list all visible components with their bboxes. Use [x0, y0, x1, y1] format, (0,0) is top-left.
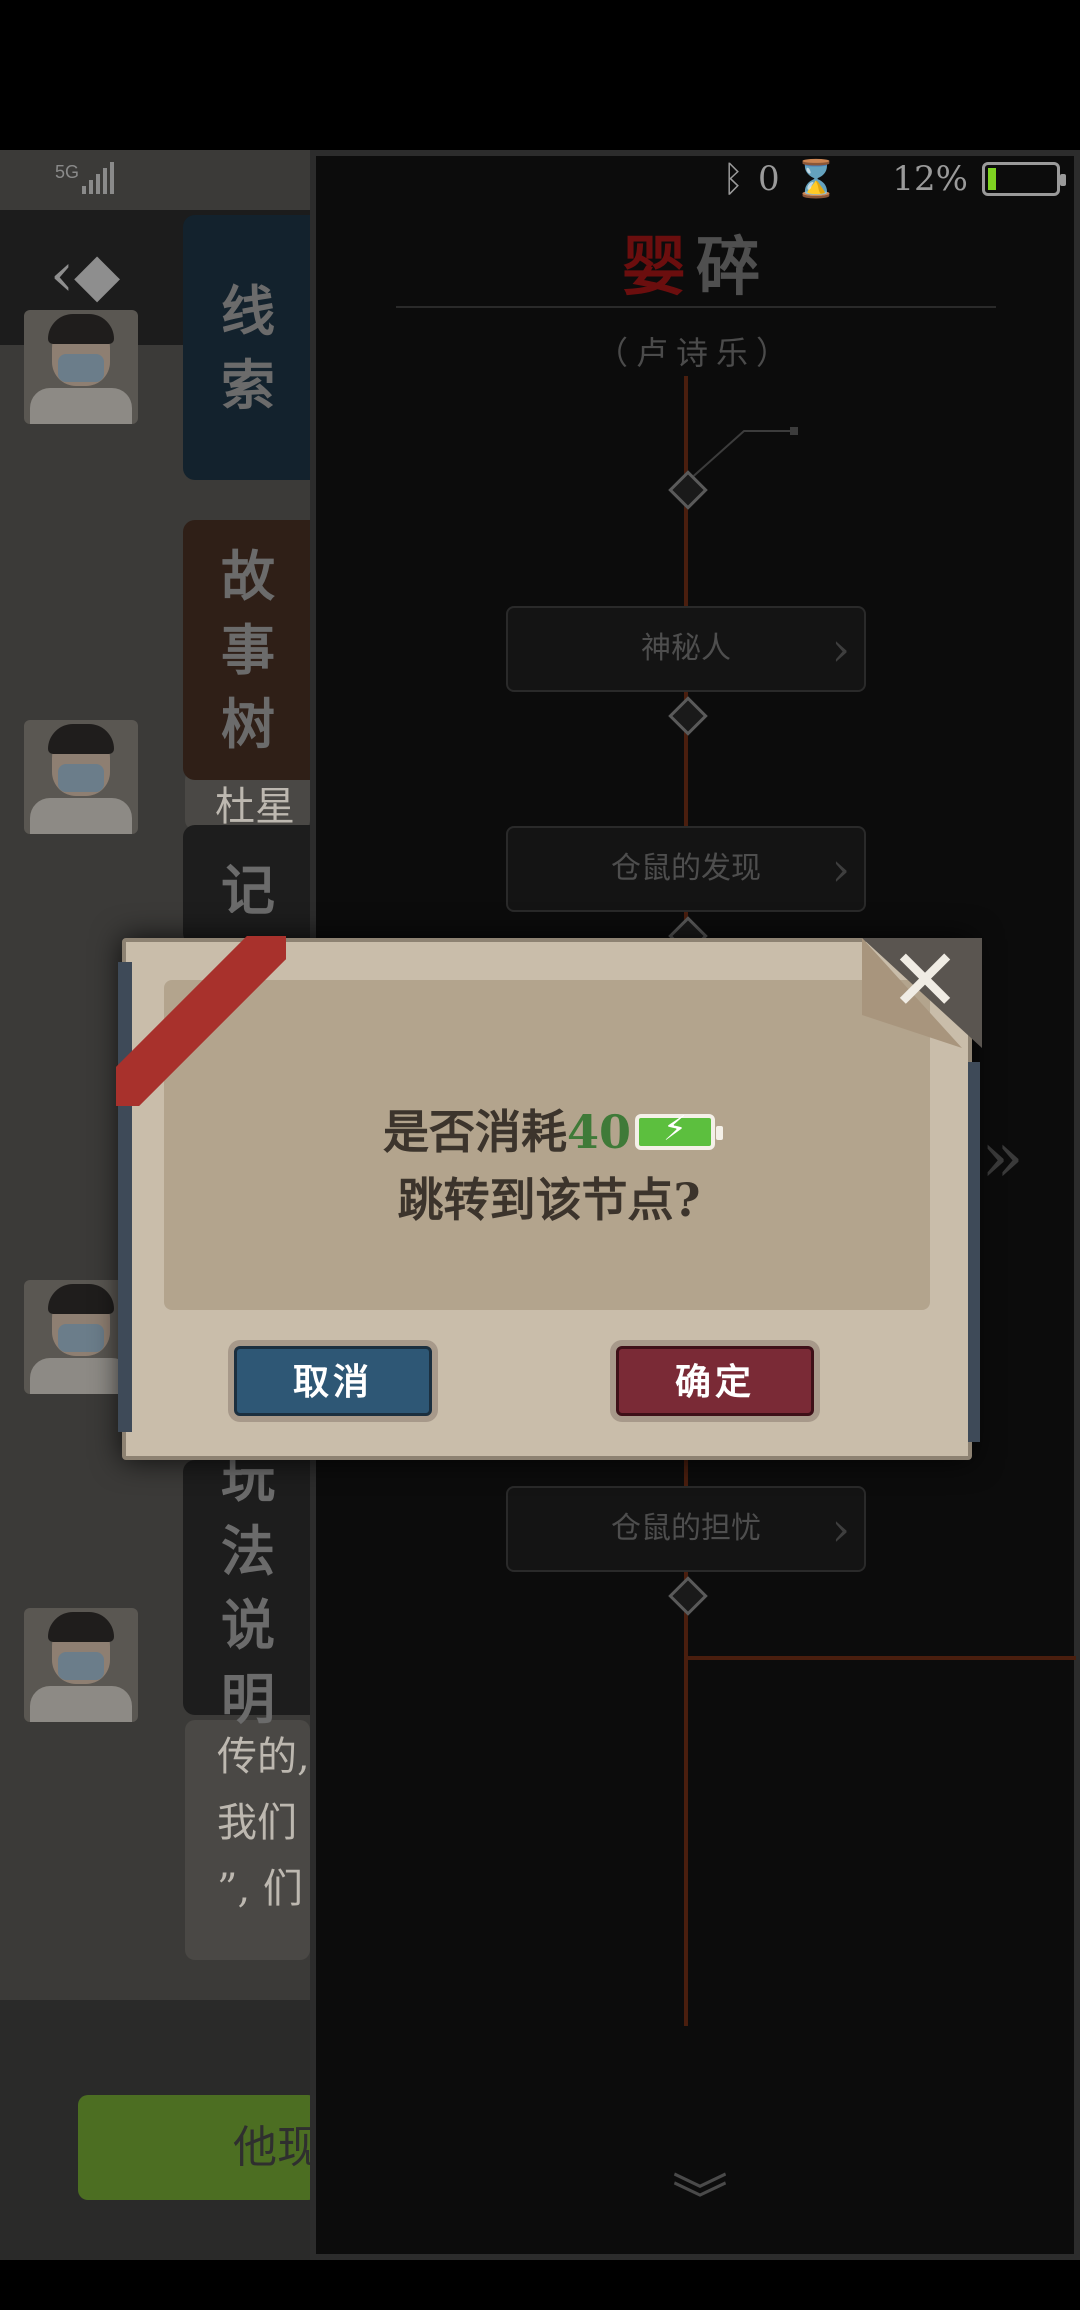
dialog-prefix: 是否消耗	[382, 1105, 567, 1159]
avatar	[24, 1608, 138, 1722]
tree-branch-line	[684, 1656, 1076, 1660]
dialog-message-line2: 跳转到该节点?	[397, 1173, 701, 1227]
energy-cost: 40	[566, 1105, 631, 1159]
story-node-label: 神秘人	[641, 631, 731, 666]
signal-icon	[82, 162, 114, 194]
story-title-red: 婴	[622, 230, 696, 305]
energy-battery-icon: ⚡	[635, 1109, 723, 1150]
avatar	[24, 720, 138, 834]
tab-clues[interactable]: 线 索	[183, 215, 313, 480]
story-title-rest: 碎	[696, 230, 770, 305]
network-type: 5G	[55, 162, 80, 182]
bubble-text: ”, 们	[217, 1866, 303, 1912]
jump-confirm-dialog: ✕ 是否消耗40 ⚡ 跳转到该节点? 取消 确定	[116, 936, 982, 1460]
double-chevron-right-icon[interactable]: »	[981, 1116, 1024, 1198]
close-icon[interactable]: ✕	[880, 936, 970, 1026]
tab-story-tree-label: 故 事 树	[221, 544, 275, 756]
story-node-label: 仓鼠的发现	[611, 851, 761, 886]
bluetooth-icon: ᛒ	[722, 158, 744, 199]
chat-bubble: 传的, 我们 ”, 们	[185, 1720, 310, 1960]
double-chevron-down-icon[interactable]: ︾	[672, 2156, 728, 2237]
chevron-right-icon: ›	[831, 1502, 850, 1556]
tab-rules[interactable]: 玩 法 说 明	[183, 1445, 313, 1731]
status-bar: 5G ᛒ 0 ⌛ 12%	[0, 150, 1080, 210]
status-counter: 0	[757, 159, 780, 199]
tab-records-label: 记	[221, 858, 275, 922]
reply-label: 他现	[233, 2122, 318, 2173]
battery-icon	[982, 162, 1066, 196]
avatar	[24, 310, 138, 424]
story-subtitle: （卢诗乐）	[595, 334, 796, 372]
story-node[interactable]: 仓鼠的担忧 ›	[506, 1486, 866, 1572]
story-title: 婴碎	[316, 216, 1076, 308]
tree-node-diamond	[668, 696, 708, 736]
tab-story-tree[interactable]: 故 事 树	[183, 520, 313, 780]
story-node[interactable]: 仓鼠的发现 ›	[506, 826, 866, 912]
reply-button[interactable]: 他现	[78, 2095, 318, 2200]
tab-records[interactable]: 记	[183, 825, 313, 945]
ribbon-decoration	[116, 936, 286, 1106]
title-divider	[396, 306, 996, 308]
back-icon[interactable]: ‹◆	[50, 240, 120, 310]
tab-clues-label: 线 索	[221, 278, 275, 417]
hourglass-icon: ⌛	[793, 158, 839, 199]
story-node-label: 仓鼠的担忧	[611, 1511, 761, 1546]
tab-rules-label: 玩 法 说 明	[221, 1444, 275, 1731]
cancel-button[interactable]: 取消	[234, 1346, 432, 1416]
confirm-button[interactable]: 确定	[616, 1346, 814, 1416]
battery-percent: 12%	[892, 159, 968, 199]
story-node[interactable]: 神秘人 ›	[506, 606, 866, 692]
bubble-text: 我们	[217, 1800, 297, 1846]
chevron-right-icon: ›	[831, 622, 850, 676]
dialog-message-line1: 是否消耗40 ⚡	[126, 1096, 972, 1162]
status-right: ᛒ 0 ⌛ 12%	[722, 158, 1066, 200]
tree-node-diamond	[668, 1576, 708, 1616]
chevron-right-icon: ›	[831, 842, 850, 896]
bubble-text: 杜星	[215, 784, 295, 830]
